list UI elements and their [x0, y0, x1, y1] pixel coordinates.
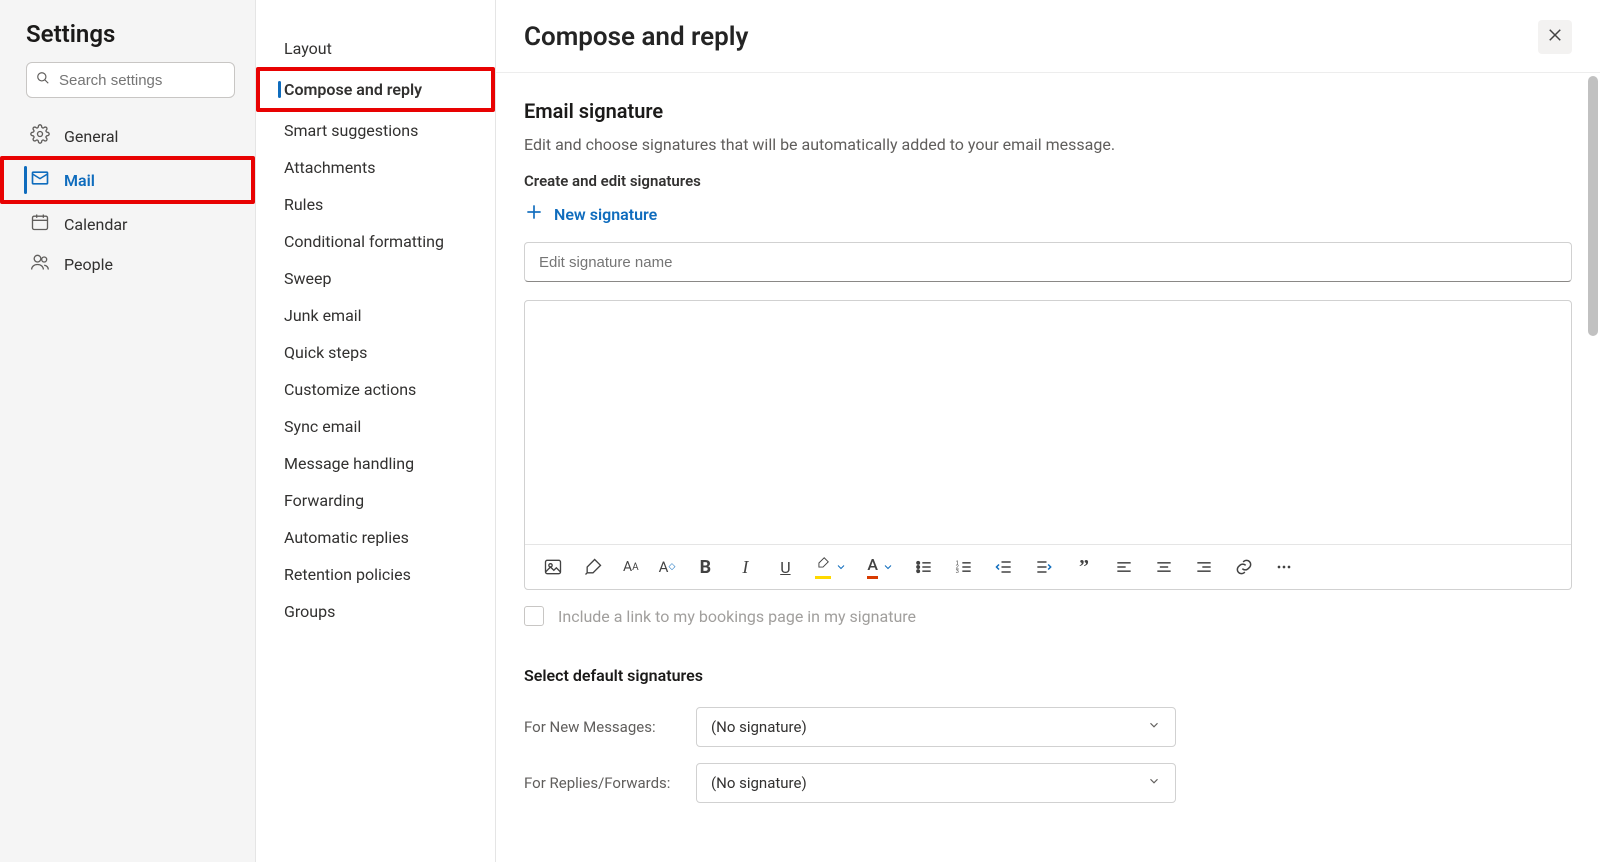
chevron-down-icon — [835, 561, 847, 573]
new-signature-button[interactable]: New signature — [524, 202, 657, 226]
subnav-junk-email[interactable]: Junk email — [256, 297, 495, 334]
decrease-indent-icon[interactable] — [994, 557, 1014, 577]
for-replies-label: For Replies/Forwards: — [524, 774, 674, 792]
email-signature-desc: Edit and choose signatures that will be … — [524, 135, 1572, 154]
plus-icon — [524, 202, 544, 226]
sidebar-item-label: General — [64, 127, 118, 146]
image-icon[interactable] — [543, 557, 563, 577]
subnav-message-handling[interactable]: Message handling — [256, 445, 495, 482]
people-icon — [30, 252, 50, 276]
close-icon — [1546, 26, 1564, 48]
subnav-automatic-replies[interactable]: Automatic replies — [256, 519, 495, 556]
subnav-attachments[interactable]: Attachments — [256, 149, 495, 186]
search-input[interactable] — [26, 62, 235, 98]
sidebar-item-label: Mail — [64, 171, 95, 190]
mail-subnav: Layout Compose and reply Smart suggestio… — [256, 0, 496, 862]
calendar-icon — [30, 212, 50, 236]
page-title: Compose and reply — [524, 22, 748, 52]
new-signature-label: New signature — [554, 205, 657, 224]
for-new-value: (No signature) — [711, 718, 807, 736]
font-case-icon[interactable]: AA — [623, 557, 639, 577]
more-options-icon[interactable] — [1274, 557, 1294, 577]
bold-icon[interactable]: B — [695, 557, 715, 577]
main-pane: Compose and reply Email signature Edit a… — [496, 0, 1600, 862]
email-signature-heading: Email signature — [524, 99, 1572, 123]
editor-toolbar: AA A◇ B I U A 123 ” — [525, 544, 1571, 589]
bookings-label: Include a link to my bookings page in my… — [558, 607, 916, 626]
font-size-icon[interactable]: A◇ — [659, 557, 676, 577]
scrollbar[interactable] — [1588, 76, 1598, 336]
bulleted-list-icon[interactable] — [914, 557, 934, 577]
align-left-icon[interactable] — [1114, 557, 1134, 577]
sidebar-item-people[interactable]: People — [0, 244, 255, 284]
subnav-layout[interactable]: Layout — [256, 30, 495, 67]
subnav-retention-policies[interactable]: Retention policies — [256, 556, 495, 593]
mail-icon — [30, 168, 50, 192]
subnav-sync-email[interactable]: Sync email — [256, 408, 495, 445]
for-replies-value: (No signature) — [711, 774, 807, 792]
subnav-conditional-formatting[interactable]: Conditional formatting — [256, 223, 495, 260]
format-painter-icon[interactable] — [583, 557, 603, 577]
settings-sidebar: Settings General Mail Calendar — [0, 0, 256, 862]
quote-icon[interactable]: ” — [1074, 557, 1094, 577]
default-signatures-heading: Select default signatures — [524, 666, 1572, 685]
create-edit-label: Create and edit signatures — [524, 172, 1572, 190]
sidebar-item-calendar[interactable]: Calendar — [0, 204, 255, 244]
search-icon — [36, 71, 50, 89]
increase-indent-icon[interactable] — [1034, 557, 1054, 577]
subnav-sweep[interactable]: Sweep — [256, 260, 495, 297]
numbered-list-icon[interactable]: 123 — [954, 557, 974, 577]
subnav-forwarding[interactable]: Forwarding — [256, 482, 495, 519]
align-right-icon[interactable] — [1194, 557, 1214, 577]
font-color-icon[interactable]: A — [867, 555, 894, 579]
sidebar-item-general[interactable]: General — [0, 116, 255, 156]
svg-text:3: 3 — [956, 569, 959, 575]
gear-icon — [30, 124, 50, 148]
signature-name-input[interactable] — [524, 242, 1572, 282]
chevron-down-icon — [1147, 774, 1161, 792]
for-new-label: For New Messages: — [524, 718, 674, 736]
subnav-quick-steps[interactable]: Quick steps — [256, 334, 495, 371]
insert-link-icon[interactable] — [1234, 557, 1254, 577]
subnav-customize-actions[interactable]: Customize actions — [256, 371, 495, 408]
subnav-groups[interactable]: Groups — [256, 593, 495, 630]
underline-icon[interactable]: U — [775, 557, 795, 577]
align-center-icon[interactable] — [1154, 557, 1174, 577]
bookings-checkbox[interactable] — [524, 606, 544, 626]
sidebar-item-mail[interactable]: Mail — [0, 156, 255, 204]
subnav-compose-reply[interactable]: Compose and reply — [256, 67, 495, 112]
close-button[interactable] — [1538, 20, 1572, 54]
signature-editor[interactable]: AA A◇ B I U A 123 ” — [524, 300, 1572, 590]
for-replies-select[interactable]: (No signature) — [696, 763, 1176, 803]
subnav-rules[interactable]: Rules — [256, 186, 495, 223]
chevron-down-icon — [1147, 718, 1161, 736]
sidebar-item-label: People — [64, 255, 113, 274]
highlight-color-icon[interactable] — [815, 556, 847, 579]
sidebar-item-label: Calendar — [64, 215, 127, 234]
chevron-down-icon — [882, 561, 894, 573]
for-new-select[interactable]: (No signature) — [696, 707, 1176, 747]
italic-icon[interactable]: I — [735, 557, 755, 577]
subnav-smart-suggestions[interactable]: Smart suggestions — [256, 112, 495, 149]
settings-title: Settings — [0, 20, 255, 62]
